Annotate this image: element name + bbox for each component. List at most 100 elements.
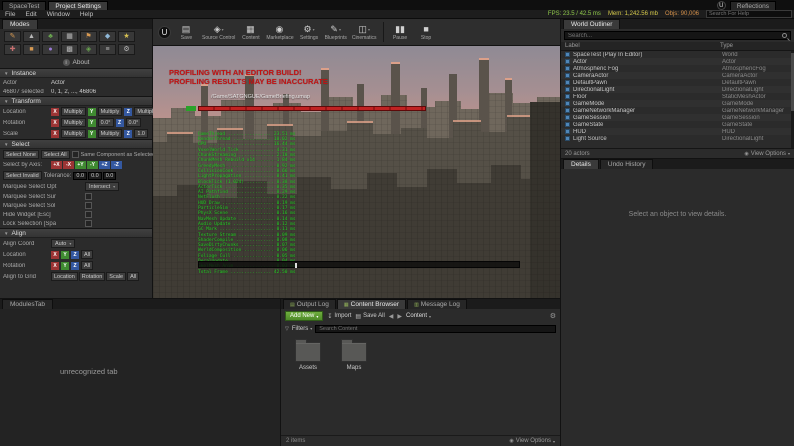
outliner-row[interactable]: GameMode GameMode	[561, 100, 794, 107]
timeline-scrubber[interactable]	[198, 261, 520, 268]
mode-tool-icon[interactable]: ■	[23, 44, 40, 55]
outliner-row[interactable]: DefaultPawn DefaultPawn	[561, 79, 794, 86]
outliner-row[interactable]: Atmospheric Fog AtmosphericFog	[561, 65, 794, 72]
location-x-button[interactable]: Multiply	[61, 107, 86, 116]
marquee-opt-dropdown[interactable]: Intersect	[85, 182, 120, 191]
back-button[interactable]: ◀	[389, 313, 394, 320]
outliner-column-headers[interactable]: Label Type	[561, 42, 794, 51]
mode-tool-icon[interactable]: ▲	[23, 31, 40, 42]
align-rotation-all-button[interactable]: All	[81, 261, 94, 270]
tab-spacetest[interactable]: SpaceTest	[2, 1, 47, 10]
outliner-row[interactable]: CameraActor CameraActor	[561, 72, 794, 79]
align-grid-button[interactable]: Scale	[106, 272, 127, 281]
select-section-header[interactable]: ▼ Select	[0, 139, 152, 149]
same-component-checkbox[interactable]	[71, 151, 79, 158]
mode-tool-icon[interactable]: ⚑	[80, 31, 97, 42]
scale-y-button[interactable]: Multiply	[97, 129, 123, 138]
lock-selection-checkbox[interactable]	[85, 220, 92, 227]
menu-item[interactable]: File	[0, 11, 20, 18]
toolbar-button[interactable]: ▦ Content	[238, 20, 263, 45]
mode-tool-icon[interactable]: ≡	[99, 44, 116, 55]
instance-section-header[interactable]: ▼ Instance	[0, 68, 152, 78]
tolerance-field[interactable]: 0.0	[102, 171, 117, 180]
type-column-header[interactable]: Type	[720, 43, 790, 49]
outliner-row[interactable]: HUD HUD	[561, 128, 794, 135]
align-location-all-button[interactable]: All	[81, 250, 94, 259]
mode-tool-icon[interactable]: ♣	[42, 31, 59, 42]
align-grid-button[interactable]: Location	[51, 272, 78, 281]
mode-tool-icon[interactable]: ✚	[4, 44, 21, 55]
x-axis-chip[interactable]: X	[51, 261, 59, 270]
mode-tool-icon[interactable]: ◆	[99, 31, 116, 42]
axis-select-button[interactable]: +X	[51, 161, 62, 169]
tab-details[interactable]: Details	[563, 159, 599, 169]
toolbar-button[interactable]: ◫ ▾ Cinematics	[350, 20, 379, 45]
menu-item[interactable]: Edit	[20, 11, 41, 18]
toolbar-button[interactable]: ▤ Save	[174, 20, 199, 45]
mode-tool-icon[interactable]: ▦	[61, 31, 78, 42]
toolbar-button[interactable]: ◈ ▾ Source Control	[200, 20, 237, 45]
bottom-panel-tab[interactable]: ▦ Content Browser	[336, 299, 407, 309]
tolerance-field[interactable]: 0.0	[88, 171, 102, 180]
toolbar-button[interactable]: ✎ ▾ Blueprints	[323, 20, 349, 45]
select-all-button[interactable]: Select All	[40, 150, 70, 159]
outliner-row[interactable]: GameSession GameSession	[561, 114, 794, 121]
marquee-sol-checkbox[interactable]	[85, 202, 92, 209]
axis-select-button[interactable]: -Z	[111, 161, 122, 169]
toolbar-button[interactable]: ⚙ ▾ Settings	[297, 20, 322, 45]
marquee-sur-checkbox[interactable]	[85, 193, 92, 200]
y-axis-chip[interactable]: Y	[61, 261, 69, 270]
breadcrumb[interactable]: Content	[406, 313, 431, 319]
transport-button[interactable]: ▮▮ Pause	[388, 20, 413, 45]
tolerance-field[interactable]: 0.0	[73, 171, 88, 180]
x-axis-chip[interactable]: X	[51, 250, 59, 259]
outliner-view-options[interactable]: ◉ View Options	[744, 151, 790, 157]
tab-world-outliner[interactable]: World Outliner	[563, 19, 621, 29]
rotation-z-field[interactable]: 0.0°	[125, 118, 142, 127]
outliner-row[interactable]: SpaceTest (Play In Editor) World	[561, 51, 794, 58]
forward-button[interactable]: ▶	[397, 313, 402, 320]
tab-reflections[interactable]: Reflections	[729, 1, 776, 10]
tab-undo-history[interactable]: Undo History	[599, 159, 654, 169]
mode-tool-icon[interactable]: ★	[118, 31, 135, 42]
outliner-row[interactable]: DirectionalLight DirectionalLight	[561, 86, 794, 93]
mode-tool-icon[interactable]: ●	[42, 44, 59, 55]
align-grid-button[interactable]: All	[127, 272, 140, 281]
folder-item[interactable]: Maps	[337, 339, 371, 371]
select-invalid-button[interactable]: Select Invalid	[3, 171, 42, 180]
align-coord-dropdown[interactable]: Auto	[51, 239, 76, 248]
tab-modules[interactable]: ModulesTab	[2, 299, 54, 309]
mode-tool-icon[interactable]: ⚙	[118, 44, 135, 55]
axis-select-button[interactable]: -X	[63, 161, 74, 169]
about-row[interactable]: About	[0, 57, 152, 68]
axis-select-button[interactable]: +Y	[75, 161, 86, 169]
menu-item[interactable]: Help	[75, 11, 98, 18]
toolbar-button[interactable]: ◉ Marketplace	[264, 20, 295, 45]
help-search-input[interactable]	[706, 10, 792, 18]
outliner-row[interactable]: GameNetworkManager GameNetworkManager	[561, 107, 794, 114]
rotation-x-button[interactable]: Multiply	[61, 118, 86, 127]
y-axis-chip[interactable]: Y	[61, 250, 69, 259]
hide-widget-checkbox[interactable]	[85, 211, 92, 218]
outliner-row[interactable]: Actor Actor	[561, 58, 794, 65]
folder-item[interactable]: Assets	[291, 339, 325, 371]
add-new-button[interactable]: Add New	[285, 311, 324, 321]
level-viewport[interactable]: PROFILING WITH AN EDITOR BUILD! PROFILING…	[153, 46, 560, 298]
label-column-header[interactable]: Label	[565, 43, 720, 49]
bottom-panel-tab[interactable]: ▥ Message Log	[407, 299, 467, 309]
transform-section-header[interactable]: ▼ Transform	[0, 96, 152, 106]
axis-select-button[interactable]: -Y	[87, 161, 98, 169]
scale-x-button[interactable]: Multiply	[61, 129, 86, 138]
mode-tool-icon[interactable]: ▩	[61, 44, 78, 55]
transport-button[interactable]: ■ Stop	[414, 20, 439, 45]
z-axis-chip[interactable]: Z	[71, 250, 79, 259]
content-search-input[interactable]	[315, 324, 556, 333]
gear-icon[interactable]: ⚙	[550, 312, 556, 320]
outliner-search[interactable]	[564, 31, 791, 40]
import-button[interactable]: ↧ Import	[327, 313, 351, 320]
content-view-options[interactable]: ◉ View Options	[509, 438, 555, 444]
tab-modes[interactable]: Modes	[2, 19, 38, 29]
mode-tool-icon[interactable]: ✎	[4, 31, 21, 42]
align-section-header[interactable]: ▼ Align	[0, 228, 152, 238]
save-all-button[interactable]: ▤ Save All	[355, 313, 384, 320]
